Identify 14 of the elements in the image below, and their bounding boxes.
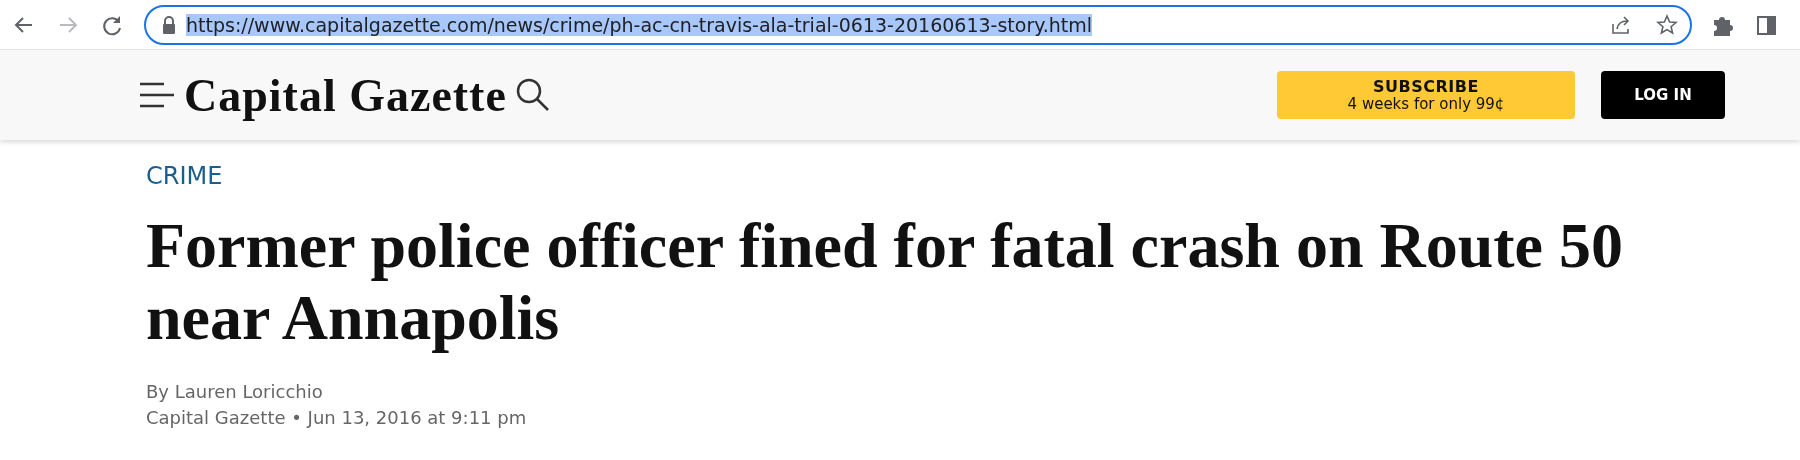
url-text: https://www.capitalgazette.com/news/crime/ph-ac-cn-travis-ala-trial-0613-20160613-story.html bbox=[186, 13, 1093, 36]
menu-icon[interactable] bbox=[140, 80, 174, 110]
address-bar[interactable]: https://www.capitalgazette.com/news/crime/ph-ac-cn-travis-ala-trial-0613-20160613-story.html bbox=[144, 4, 1692, 45]
star-icon[interactable] bbox=[1656, 13, 1678, 36]
search-icon[interactable] bbox=[514, 77, 551, 113]
section-link[interactable]: CRIME bbox=[146, 162, 223, 190]
headline: Former police officer fined for fatal crash on Route 50 near Annapolis bbox=[146, 210, 1624, 354]
site-logo[interactable]: Capital Gazette bbox=[184, 68, 507, 122]
byline: By Lauren Loricchio bbox=[146, 380, 324, 404]
login-button[interactable]: LOG IN bbox=[1601, 71, 1725, 119]
subscribe-button[interactable]: SUBSCRIBE 4 weeks for only 99¢ bbox=[1277, 71, 1575, 119]
dateline: Capital Gazette • Jun 13, 2016 at 9:11 pm bbox=[146, 406, 528, 430]
share-icon[interactable] bbox=[1610, 13, 1632, 36]
lock-icon[interactable] bbox=[162, 15, 176, 34]
